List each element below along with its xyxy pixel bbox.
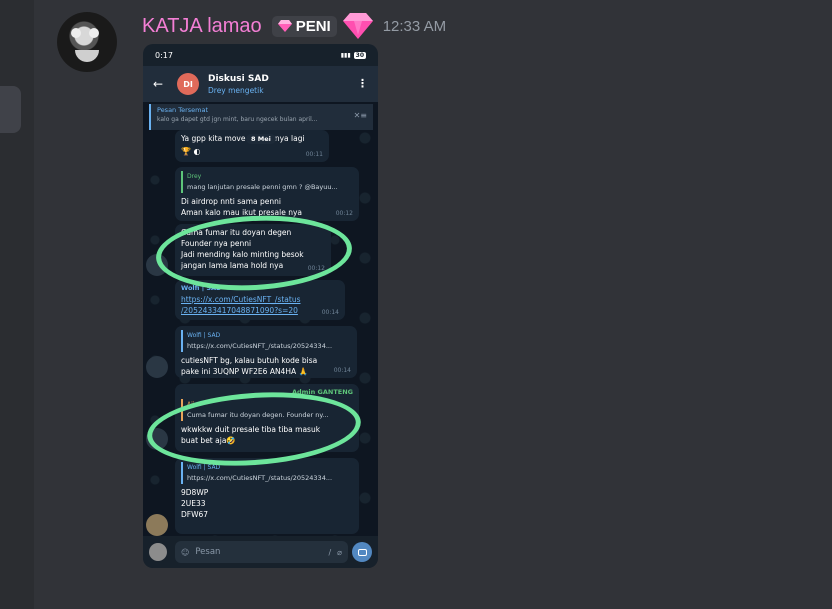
gem-icon (342, 13, 373, 39)
back-arrow-icon: ← (152, 77, 164, 91)
reaction-icons: 🏆 ◐ (181, 147, 201, 156)
link-text[interactable]: https://x.com/CutiesNFT_/status (181, 294, 339, 305)
reply-text: https://x.com/CutiesNFT_/status/20524334… (187, 474, 333, 482)
pinned-message: Pesan Tersemat kalo ga dapet gtd jgn min… (149, 104, 373, 130)
reply-quote: Wolfi | SAD https://x.com/CutiesNFT_/sta… (181, 462, 353, 484)
bubble-text: 9D8WP (181, 488, 209, 497)
attach-icon: ⌀ (337, 547, 342, 557)
reply-text: mang lanjutan presale penni gmn ? @Bayuu… (187, 183, 338, 191)
screenshot-attachment[interactable]: 0:17 ▮▮▮ 30 ← DI Diskusi SAD Drey menget… (143, 44, 378, 568)
reply-quote: Drey mang lanjutan presale penni gmn ? @… (181, 171, 353, 193)
message-input[interactable]: ☺ Pesan / ⌀ (175, 541, 348, 563)
camera-button[interactable] (352, 542, 372, 562)
bubble-text: Di airdrop nnti sama penni (181, 197, 281, 206)
bubble-text: cutiesNFT bg, kalau butuh kode bisa (181, 356, 318, 365)
sidebar-tab[interactable] (0, 86, 21, 133)
user-avatar[interactable] (57, 12, 117, 72)
role-badge[interactable]: PENI (271, 15, 337, 37)
group-info: Diskusi SAD Drey mengetik (208, 74, 269, 95)
sender-avatar (146, 514, 168, 536)
link-text[interactable]: /2052433417048871090?s=20 (181, 305, 339, 316)
bubble-text: DFW67 (181, 510, 209, 519)
command-icon: / (328, 547, 332, 557)
gem-icon (277, 20, 292, 32)
bubble-time: 00:12 (335, 210, 353, 217)
more-icon: ⋮ (357, 77, 368, 90)
battery-icon: 30 (353, 51, 366, 59)
user-avatar-small (149, 543, 167, 561)
emoji-icon: ☺ (181, 547, 190, 557)
reply-name: Drey (187, 173, 202, 180)
group-name: Diskusi SAD (208, 73, 269, 84)
group-avatar: DI (177, 73, 199, 95)
message-timestamp: 12:33 AM (382, 17, 447, 35)
camera-icon (357, 548, 367, 556)
reply-text: https://x.com/CutiesNFT_/status/20524334… (187, 342, 333, 350)
bubble-text: 2UE33 (181, 499, 206, 508)
bubble-text: pake ini 3UQNP WF2E6 AN4HA 🙏 (181, 367, 308, 376)
pin-icon: ✕≡ (353, 111, 367, 120)
reply-quote: Wolfi | SAD https://x.com/CutiesNFT_/sta… (181, 330, 351, 352)
bubble-time: 00:14 (333, 367, 351, 374)
date-separator: 8 Mei (246, 134, 276, 144)
status-time: 0:17 (155, 50, 173, 60)
chat-bubble: Wolfi | SAD https://x.com/CutiesNFT_/sta… (175, 326, 357, 378)
pinned-title: Pesan Tersemat (157, 106, 209, 114)
input-placeholder: Pesan (195, 547, 221, 557)
chat-header: ← DI Diskusi SAD Drey mengetik ⋮ (143, 66, 378, 102)
phone-status-bar: 0:17 ▮▮▮ 30 (143, 44, 378, 66)
typing-indicator: Drey mengetik (208, 85, 264, 95)
sender-avatar (146, 356, 168, 378)
bubble-time: 00:11 (305, 151, 323, 158)
bubble-time: 00:14 (321, 309, 339, 316)
status-icons: ▮▮▮ 30 (340, 51, 366, 59)
pinned-text: kalo ga dapet gtd jgn mint, baru ngecek … (157, 116, 318, 123)
reply-name: Wolfi | SAD (187, 332, 221, 339)
username[interactable]: KATJA lamao (142, 15, 262, 38)
message-header: KATJA lamao PENI 12:33 AM (142, 12, 446, 40)
role-name: PENI (295, 17, 331, 35)
message-input-bar: ☺ Pesan / ⌀ (143, 536, 378, 568)
chat-bubble: Wolfi | SAD https://x.com/CutiesNFT_/sta… (175, 458, 359, 534)
chat-bubble: Drey mang lanjutan presale penni gmn ? @… (175, 167, 359, 221)
